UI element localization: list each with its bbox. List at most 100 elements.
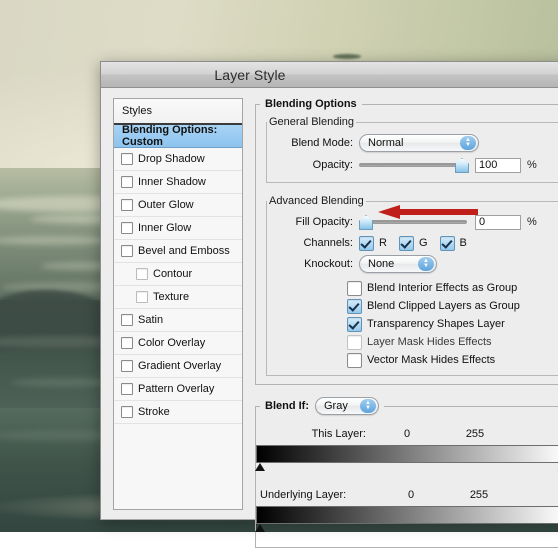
knockout-select[interactable]: None ▲ ▼ (359, 255, 437, 273)
style-enable-checkbox[interactable] (121, 406, 133, 418)
blend-mode-value: Normal (368, 137, 404, 149)
opacity-slider[interactable] (359, 158, 469, 173)
style-list-item-contour[interactable]: Contour (114, 263, 242, 286)
blend-if-channel-select[interactable]: Gray ▲ ▼ (315, 397, 379, 415)
advanced-options-list: Blend Interior Effects as Group Blend Cli… (267, 279, 558, 369)
blend-if-label: Blend If: (265, 400, 309, 412)
style-list-item-pattern-overlay[interactable]: Pattern Overlay (114, 378, 242, 401)
knockout-value: None (368, 258, 395, 270)
this-layer-gradient-bar (256, 445, 558, 463)
this-layer-max: 255 (465, 428, 485, 440)
style-list-item-label: Blending Options: Custom (122, 124, 218, 148)
advanced-blending-legend: Advanced Blending (269, 195, 364, 207)
styles-list-filler (114, 424, 242, 509)
option-row-blend-interior-effects-as-group[interactable]: Blend Interior Effects as Group (347, 279, 558, 297)
opacity-percent-sign: % (527, 159, 537, 171)
style-list-item-inner-shadow[interactable]: Inner Shadow (114, 171, 242, 194)
styles-column: Styles Blending Options: Custom Drop Shad… (101, 98, 243, 520)
chevron-updown-icon: ▲ ▼ (360, 399, 376, 413)
blend-mode-row: Blend Mode: Normal ▲ ▼ (267, 132, 558, 154)
underlying-layer-gradient-bar (256, 506, 558, 524)
option-row-blend-clipped-layers-as-group[interactable]: Blend Clipped Layers as Group (347, 297, 558, 315)
style-list-item-drop-shadow[interactable]: Drop Shadow (114, 148, 242, 171)
option-label-layer-mask-hides-effects: Layer Mask Hides Effects (367, 336, 492, 348)
checkbox-vector-mask-hides-effects[interactable] (347, 352, 362, 368)
style-list-item-texture[interactable]: Texture (114, 286, 242, 309)
option-row-vector-mask-hides-effects[interactable]: Vector Mask Hides Effects (347, 351, 558, 369)
fill-opacity-input[interactable]: 0 (475, 214, 521, 230)
knockout-label: Knockout: (304, 258, 353, 270)
option-label-transparency-shapes-layer: Transparency Shapes Layer (367, 318, 505, 330)
style-enable-checkbox[interactable] (121, 337, 133, 349)
style-list-item-label: Stroke (138, 406, 170, 418)
style-list-item-outer-glow[interactable]: Outer Glow (114, 194, 242, 217)
channel-checkbox-g[interactable] (398, 235, 414, 251)
blend-if-group: Blend If: Gray ▲ ▼ This Layer: 0 255 Und… (255, 397, 558, 548)
style-list-item-color-overlay[interactable]: Color Overlay (114, 332, 242, 355)
style-enable-checkbox[interactable] (121, 314, 133, 326)
style-list-item-stroke[interactable]: Stroke (114, 401, 242, 424)
style-enable-checkbox[interactable] (121, 360, 133, 372)
opacity-value: 100 (479, 159, 498, 171)
blending-options-legend: Blending Options (265, 98, 357, 110)
style-enable-checkbox[interactable] (121, 383, 133, 395)
fill-opacity-label: Fill Opacity: (295, 216, 353, 228)
style-enable-checkbox[interactable] (136, 291, 148, 303)
underlying-layer-max: 255 (469, 489, 489, 501)
style-enable-checkbox[interactable] (121, 245, 133, 257)
option-row-transparency-shapes-layer[interactable]: Transparency Shapes Layer (347, 315, 558, 333)
underlying-layer-min: 0 (407, 489, 415, 501)
chevron-updown-icon: ▲ ▼ (418, 257, 434, 271)
style-list-item-label: Gradient Overlay (138, 360, 222, 372)
dialog-titlebar[interactable]: Layer Style (101, 62, 558, 88)
this-layer-black-knob[interactable] (255, 463, 265, 472)
channel-checkbox-b[interactable] (439, 235, 455, 251)
channel-checkbox-r[interactable] (359, 235, 374, 251)
general-blending-group: General Blending Blend Mode: Normal ▲ ▼ O… (266, 116, 558, 183)
style-list-item-gradient-overlay[interactable]: Gradient Overlay (114, 355, 242, 378)
this-layer-label: This Layer: (311, 428, 366, 440)
opacity-slider-thumb[interactable] (455, 158, 469, 173)
fill-opacity-value: 0 (479, 216, 486, 228)
style-list-item-label: Inner Shadow (138, 176, 206, 188)
style-list-item-inner-glow[interactable]: Inner Glow (114, 217, 242, 240)
styles-list-header[interactable]: Styles (114, 99, 242, 125)
this-layer-slider[interactable] (255, 445, 558, 472)
style-enable-checkbox[interactable] (136, 268, 148, 280)
style-list-item-bevel-and-emboss[interactable]: Bevel and Emboss (114, 240, 242, 263)
style-enable-checkbox[interactable] (121, 153, 133, 165)
style-enable-checkbox[interactable] (121, 199, 133, 211)
style-list-item-label: Bevel and Emboss (138, 245, 230, 257)
style-list-item-satin[interactable]: Satin (114, 309, 242, 332)
knockout-row: Knockout: None ▲ ▼ (267, 253, 558, 275)
style-enable-checkbox[interactable] (121, 222, 133, 234)
blend-mode-select[interactable]: Normal ▲ ▼ (359, 134, 479, 152)
fill-opacity-percent-sign: % (527, 216, 537, 228)
fill-opacity-slider-thumb[interactable] (359, 215, 373, 230)
style-list-item-blending-options-custom[interactable]: Blending Options: Custom (114, 124, 242, 148)
option-label-vector-mask-hides-effects: Vector Mask Hides Effects (367, 354, 496, 366)
general-blending-legend: General Blending (269, 116, 355, 128)
underlying-layer-slider[interactable] (255, 506, 558, 533)
style-list-item-label: Satin (138, 314, 164, 326)
fill-opacity-slider-track (359, 220, 467, 224)
option-row-layer-mask-hides-effects[interactable]: Layer Mask Hides Effects (347, 333, 558, 351)
checkbox-blend-interior-effects-as-group[interactable] (347, 280, 362, 296)
channels-checkbox-group: RGB (359, 235, 479, 251)
style-enable-checkbox[interactable] (121, 176, 133, 188)
opacity-slider-track (359, 163, 467, 167)
channels-row: Channels: R G B (267, 233, 558, 253)
checkbox-transparency-shapes-layer[interactable] (347, 316, 362, 332)
checkbox-blend-clipped-layers-as-group[interactable] (347, 298, 362, 314)
style-list-item-label: Color Overlay (138, 337, 206, 349)
channel-label-b: B (459, 237, 467, 249)
opacity-input[interactable]: 100 (475, 157, 521, 173)
style-list-item-label: Texture (153, 291, 190, 303)
background-horizon-speck (333, 54, 361, 59)
style-list-item-label: Inner Glow (138, 222, 192, 234)
blend-if-legend-wrap: Blend If: Gray ▲ ▼ (260, 397, 384, 415)
dialog-title: Layer Style (214, 66, 286, 83)
advanced-blending-group: Advanced Blending Fill Opacity: 0 % Chan… (266, 195, 558, 376)
styles-list[interactable]: Styles Blending Options: Custom Drop Shad… (113, 98, 243, 510)
dialog-body: Styles Blending Options: Custom Drop Shad… (101, 88, 558, 548)
